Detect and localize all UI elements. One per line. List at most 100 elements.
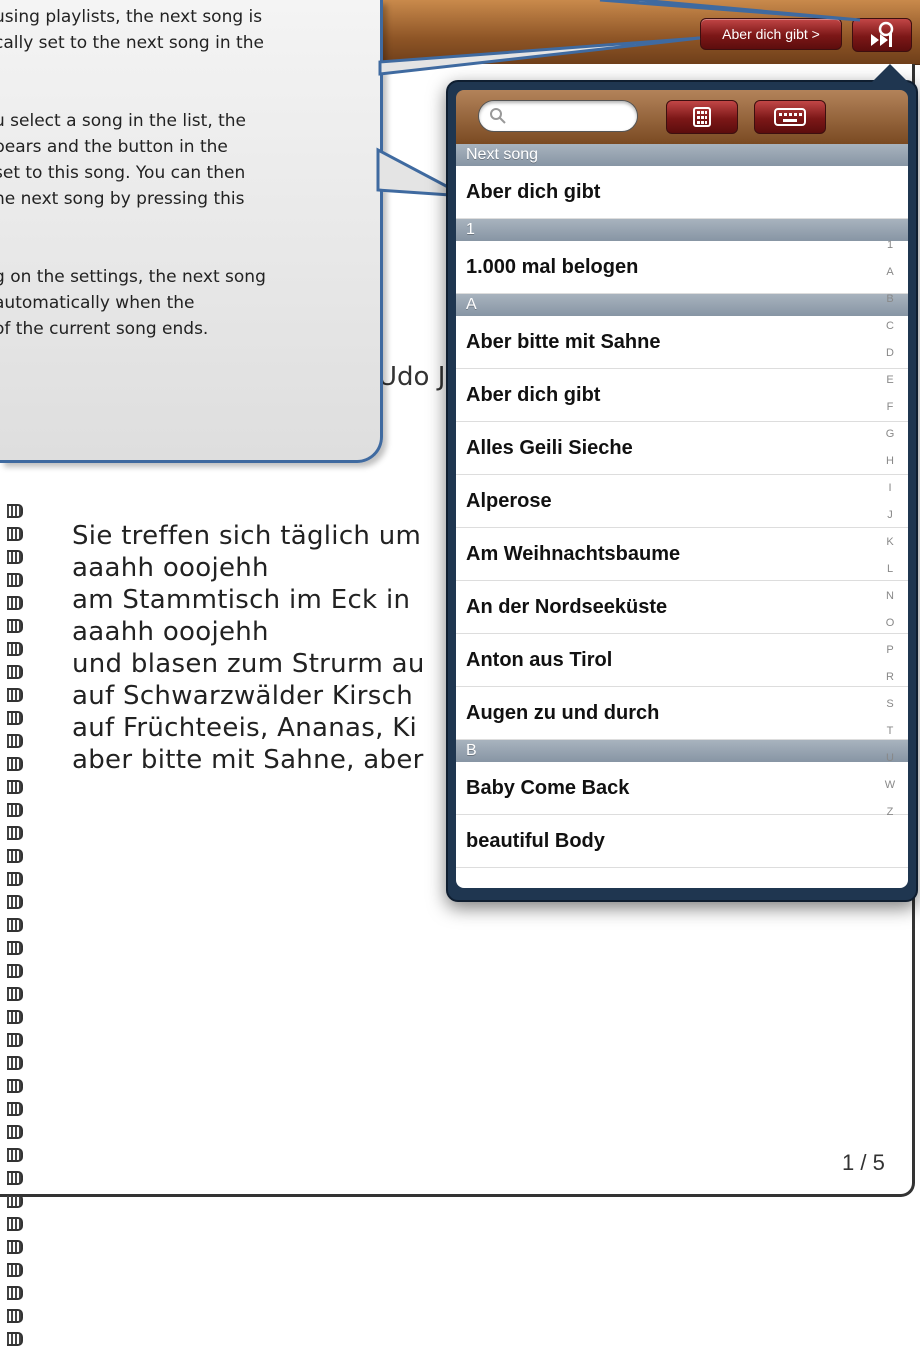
- index-letter[interactable]: Z: [880, 799, 900, 826]
- index-letter[interactable]: C: [880, 313, 900, 340]
- search-field[interactable]: [478, 100, 638, 132]
- index-letter[interactable]: I: [880, 475, 900, 502]
- index-letter[interactable]: O: [880, 610, 900, 637]
- index-letter[interactable]: L: [880, 556, 900, 583]
- song-row[interactable]: Alles Geili Sieche: [456, 422, 908, 475]
- index-letter[interactable]: B: [880, 286, 900, 313]
- spiral-ring: [7, 987, 23, 1001]
- spiral-ring: [7, 734, 23, 748]
- spiral-ring: [7, 803, 23, 817]
- callout-text-line: automatically when the: [0, 293, 195, 313]
- spiral-ring: [7, 573, 23, 587]
- spiral-ring: [7, 849, 23, 863]
- spiral-ring: [7, 711, 23, 725]
- index-letter[interactable]: S: [880, 691, 900, 718]
- section-header: B: [456, 740, 908, 762]
- spiral-ring: [7, 895, 23, 909]
- index-letter[interactable]: U: [880, 745, 900, 772]
- spiral-ring: [7, 780, 23, 794]
- spiral-ring: [7, 1217, 23, 1231]
- callout-text-line: he next song by pressing this: [0, 189, 245, 209]
- spiral-ring: [7, 941, 23, 955]
- section-header: A: [456, 294, 908, 316]
- search-input[interactable]: [509, 105, 629, 129]
- index-letter[interactable]: T: [880, 718, 900, 745]
- song-row[interactable]: Alperose: [456, 475, 908, 528]
- spiral-ring: [7, 642, 23, 656]
- spiral-ring: [7, 1010, 23, 1024]
- section-index[interactable]: 1ABCDEFGHIJKLNOPRSTUWZ: [880, 232, 900, 826]
- spiral-binding: [2, 504, 28, 1355]
- song-list-popover: Next song Aber dich gibt 1 1.000 mal beloge…: [446, 64, 918, 902]
- spiral-ring: [7, 872, 23, 886]
- spiral-ring: [7, 1194, 23, 1208]
- spiral-ring: [7, 504, 23, 518]
- index-letter[interactable]: 1: [880, 232, 900, 259]
- index-letter[interactable]: F: [880, 394, 900, 421]
- number-pad-icon: [693, 107, 711, 127]
- search-icon: [490, 108, 506, 124]
- index-letter[interactable]: W: [880, 772, 900, 799]
- song-row[interactable]: beautiful Body: [456, 815, 908, 868]
- song-row[interactable]: Aber bitte mit Sahne: [456, 316, 908, 369]
- callout-text-line: u select a song in the list, the: [0, 111, 247, 131]
- spiral-ring: [7, 1263, 23, 1277]
- song-row[interactable]: An der Nordseeküste: [456, 581, 908, 634]
- spiral-ring: [7, 550, 23, 564]
- spiral-ring: [7, 527, 23, 541]
- song-row[interactable]: Am Weihnachtsbaume: [456, 528, 908, 581]
- artist-name: Udo J: [378, 362, 446, 392]
- popover-toolbar: [456, 90, 908, 144]
- index-letter[interactable]: P: [880, 637, 900, 664]
- index-letter[interactable]: E: [880, 367, 900, 394]
- spiral-ring: [7, 688, 23, 702]
- callout-text-line: set to this song. You can then: [0, 163, 246, 183]
- help-callout: using playlists, the next song is cally s…: [0, 0, 383, 463]
- index-letter[interactable]: J: [880, 502, 900, 529]
- spiral-ring: [7, 1240, 23, 1254]
- index-letter[interactable]: K: [880, 529, 900, 556]
- next-song-row[interactable]: Aber dich gibt: [456, 166, 908, 219]
- index-letter[interactable]: A: [880, 259, 900, 286]
- spiral-ring: [7, 964, 23, 978]
- callout-text-line: using playlists, the next song is: [0, 7, 263, 27]
- spiral-ring: [7, 1148, 23, 1162]
- song-row[interactable]: Anton aus Tirol: [456, 634, 908, 687]
- callout-text-line: cally set to the next song in the: [0, 33, 264, 53]
- index-letter[interactable]: D: [880, 340, 900, 367]
- spiral-ring: [7, 757, 23, 771]
- spiral-ring: [7, 1056, 23, 1070]
- spiral-ring: [7, 1332, 23, 1346]
- callout-text-line: of the current song ends.: [0, 319, 209, 339]
- song-row[interactable]: Aber dich gibt: [456, 369, 908, 422]
- spiral-ring: [7, 1309, 23, 1323]
- spiral-ring: [7, 1033, 23, 1047]
- spiral-ring: [7, 1079, 23, 1093]
- spiral-ring: [7, 1171, 23, 1185]
- song-list[interactable]: Next song Aber dich gibt 1 1.000 mal beloge…: [456, 144, 908, 888]
- spiral-ring: [7, 826, 23, 840]
- index-letter[interactable]: N: [880, 583, 900, 610]
- spiral-ring: [7, 1286, 23, 1300]
- spiral-ring: [7, 596, 23, 610]
- spiral-ring: [7, 1102, 23, 1116]
- index-letter[interactable]: R: [880, 664, 900, 691]
- spiral-ring: [7, 665, 23, 679]
- song-row[interactable]: Augen zu und durch: [456, 687, 908, 740]
- next-song-icon: [871, 21, 894, 47]
- song-list-button[interactable]: [852, 18, 912, 52]
- section-header: 1: [456, 219, 908, 241]
- number-pad-button[interactable]: [666, 100, 738, 134]
- index-letter[interactable]: G: [880, 421, 900, 448]
- song-row[interactable]: Baby Come Back: [456, 762, 908, 815]
- section-header: Next song: [456, 144, 908, 166]
- keyboard-icon: [774, 108, 806, 126]
- callout-text-line: pears and the button in the: [0, 137, 228, 157]
- callout-text-line: g on the settings, the next song: [0, 267, 266, 287]
- song-row[interactable]: 1.000 mal belogen: [456, 241, 908, 294]
- spiral-ring: [7, 918, 23, 932]
- spiral-ring: [7, 1125, 23, 1139]
- index-letter[interactable]: H: [880, 448, 900, 475]
- keyboard-button[interactable]: [754, 100, 826, 134]
- next-song-button[interactable]: Aber dich gibt >: [700, 18, 842, 50]
